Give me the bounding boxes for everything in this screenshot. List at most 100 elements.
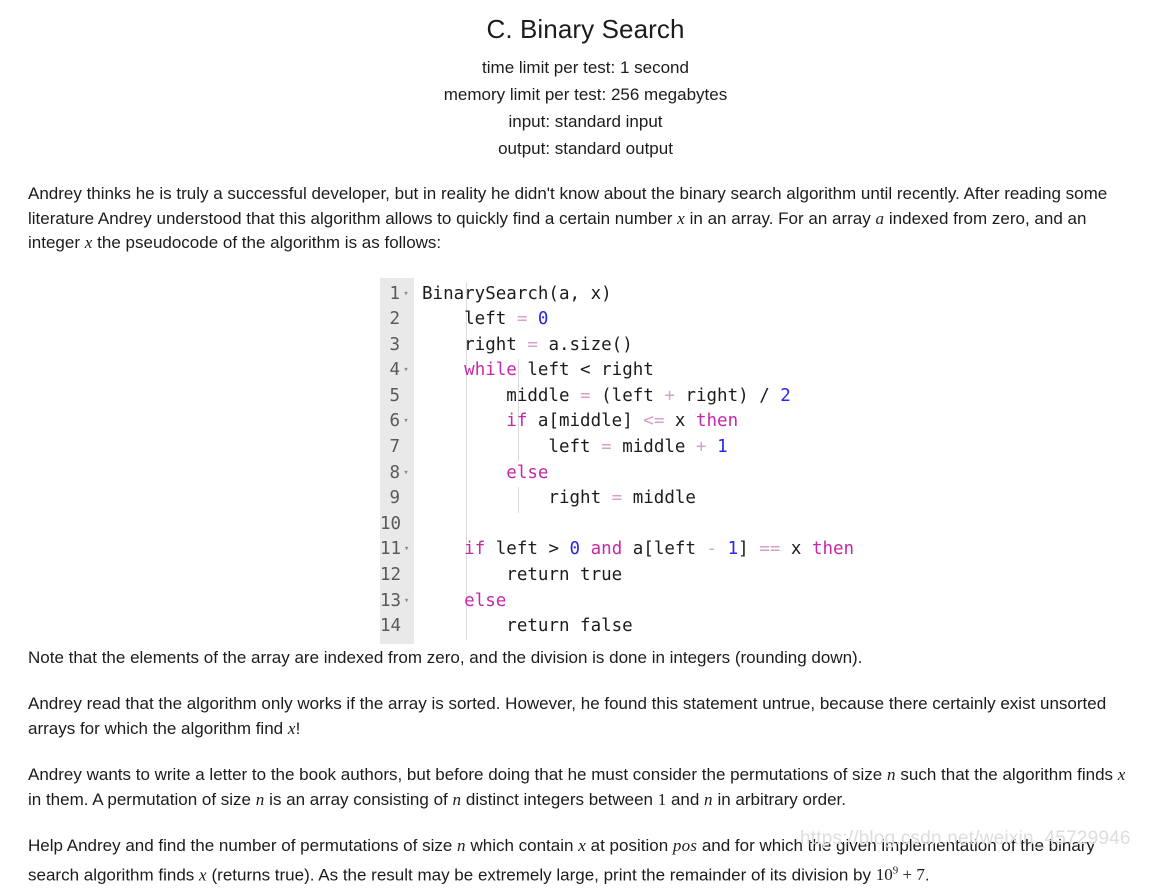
code-line-number: 9▾: [380, 486, 414, 512]
code-line-number: 2▾: [380, 307, 414, 333]
code-line-number: 14▾: [380, 614, 414, 640]
code-token: return false: [422, 616, 633, 637]
code-line: while left < right: [422, 358, 940, 384]
math-n: n: [452, 789, 462, 809]
code-line-number: 1 ▾: [380, 282, 414, 308]
line-number: 12: [380, 565, 402, 586]
code-line: left = middle + 1: [422, 435, 940, 461]
math-n: n: [457, 836, 466, 856]
code-token: =: [580, 385, 591, 406]
intro-text-b: in an array. For an array: [684, 208, 876, 228]
line-number: 8: [389, 462, 400, 483]
code-token: middle: [622, 488, 696, 509]
line-number: 14: [380, 616, 402, 637]
code-line: if a[middle] <= x then: [422, 409, 940, 435]
math-one: 1: [657, 789, 667, 809]
code-token: +: [664, 385, 675, 406]
math-x: x: [578, 836, 586, 856]
code-line: else: [422, 589, 940, 615]
code-token: else: [464, 590, 507, 611]
math-ten: 10: [875, 865, 893, 885]
letter-text-c: in them. A permutation of size: [28, 789, 256, 809]
code-token: return true: [422, 565, 623, 586]
math-a: a: [875, 208, 885, 228]
code-token: =: [527, 334, 538, 355]
code-token: a[left: [622, 539, 707, 560]
letter-text-d: is an array consisting of: [264, 789, 453, 809]
code-line-number: 7▾: [380, 435, 414, 461]
problem-statement: Andrey thinks he is truly a successful d…: [0, 182, 1171, 888]
help-text-b: which contain: [465, 836, 579, 856]
code-line: return true: [422, 563, 940, 589]
code-token: x: [780, 539, 812, 560]
code-token: middle: [611, 437, 696, 458]
code-token: 0: [569, 539, 581, 560]
code-token: right: [422, 334, 528, 355]
code-token: else: [506, 462, 549, 483]
code-token: 2: [780, 385, 791, 406]
code-token: =: [601, 437, 612, 458]
code-token: if: [506, 411, 528, 432]
code-token: =: [611, 488, 623, 509]
code-line: middle = (left + right) / 2: [422, 384, 940, 410]
unsorted-text-a: Andrey read that the algorithm only work…: [28, 694, 1107, 738]
time-limit: time limit per test: 1 second: [482, 58, 689, 77]
code-token: left: [422, 309, 517, 330]
code-token: left: [422, 437, 602, 458]
code-token: =: [516, 309, 528, 330]
line-number: 4: [389, 360, 400, 381]
code-line-number: 11 ▾: [380, 537, 414, 563]
line-number: 9: [389, 488, 400, 509]
code-token: (left: [590, 385, 665, 406]
intro-text-d: the pseudocode of the algorithm is as fo…: [92, 233, 442, 252]
code-body: BinarySearch(a, x) left = 0 right = a.si…: [414, 277, 940, 644]
input-spec: input: standard input: [508, 112, 663, 131]
letter-text-g: in arbitrary order.: [712, 789, 846, 809]
memory-limit: memory limit per test: 256 megabytes: [443, 85, 728, 104]
code-token: and: [590, 539, 623, 560]
problem-page: C. Binary Search time limit per test: 1 …: [0, 0, 1171, 884]
code-line-number: 12▾: [380, 563, 414, 589]
code-token: BinarySearch(a, x): [422, 283, 612, 304]
math-x: x: [1117, 765, 1126, 785]
letter-text-a: Andrey wants to write a letter to the bo…: [28, 765, 887, 785]
math-plus-seven: + 7: [898, 865, 925, 885]
pseudocode-block: 1▾2▾3▾4▾5▾6▾7▾8▾9▾10▾11▾12▾13▾14▾ Binary…: [380, 277, 940, 644]
code-token: left >: [485, 539, 570, 560]
output-spec: output: standard output: [498, 139, 673, 158]
code-token: a.size(): [537, 334, 633, 355]
letter-text-f: and: [666, 789, 705, 809]
help-text-c: at position: [585, 836, 673, 856]
fold-arrow-icon[interactable]: ▾: [400, 461, 412, 487]
fold-arrow-icon[interactable]: ▾: [400, 282, 412, 308]
line-number: 6: [389, 411, 400, 432]
math-n: n: [886, 765, 896, 785]
fold-arrow-icon[interactable]: ▾: [401, 537, 412, 563]
code-token: ]: [738, 539, 760, 560]
math-x: x: [199, 865, 207, 885]
fold-arrow-icon[interactable]: ▾: [400, 409, 412, 435]
code-line: right = middle: [422, 486, 940, 512]
letter-text-e: distinct integers between: [461, 789, 658, 809]
code-line: BinarySearch(a, x): [422, 282, 940, 308]
letter-text-b: such that the algorithm finds: [895, 765, 1118, 785]
line-number: 10: [380, 513, 402, 534]
code-line-number: 8 ▾: [380, 461, 414, 487]
math-x: x: [287, 718, 296, 738]
paragraph-help: Help Andrey and find the number of permu…: [28, 834, 1143, 888]
fold-arrow-icon[interactable]: ▾: [400, 358, 412, 384]
code-token: 1: [717, 437, 728, 458]
help-text-a: Help Andrey and find the number of permu…: [28, 836, 458, 856]
code-token: 1: [727, 539, 739, 560]
problem-header: C. Binary Search time limit per test: 1 …: [0, 0, 1171, 162]
fold-arrow-icon[interactable]: ▾: [401, 589, 412, 615]
help-text-f: .: [924, 865, 930, 885]
